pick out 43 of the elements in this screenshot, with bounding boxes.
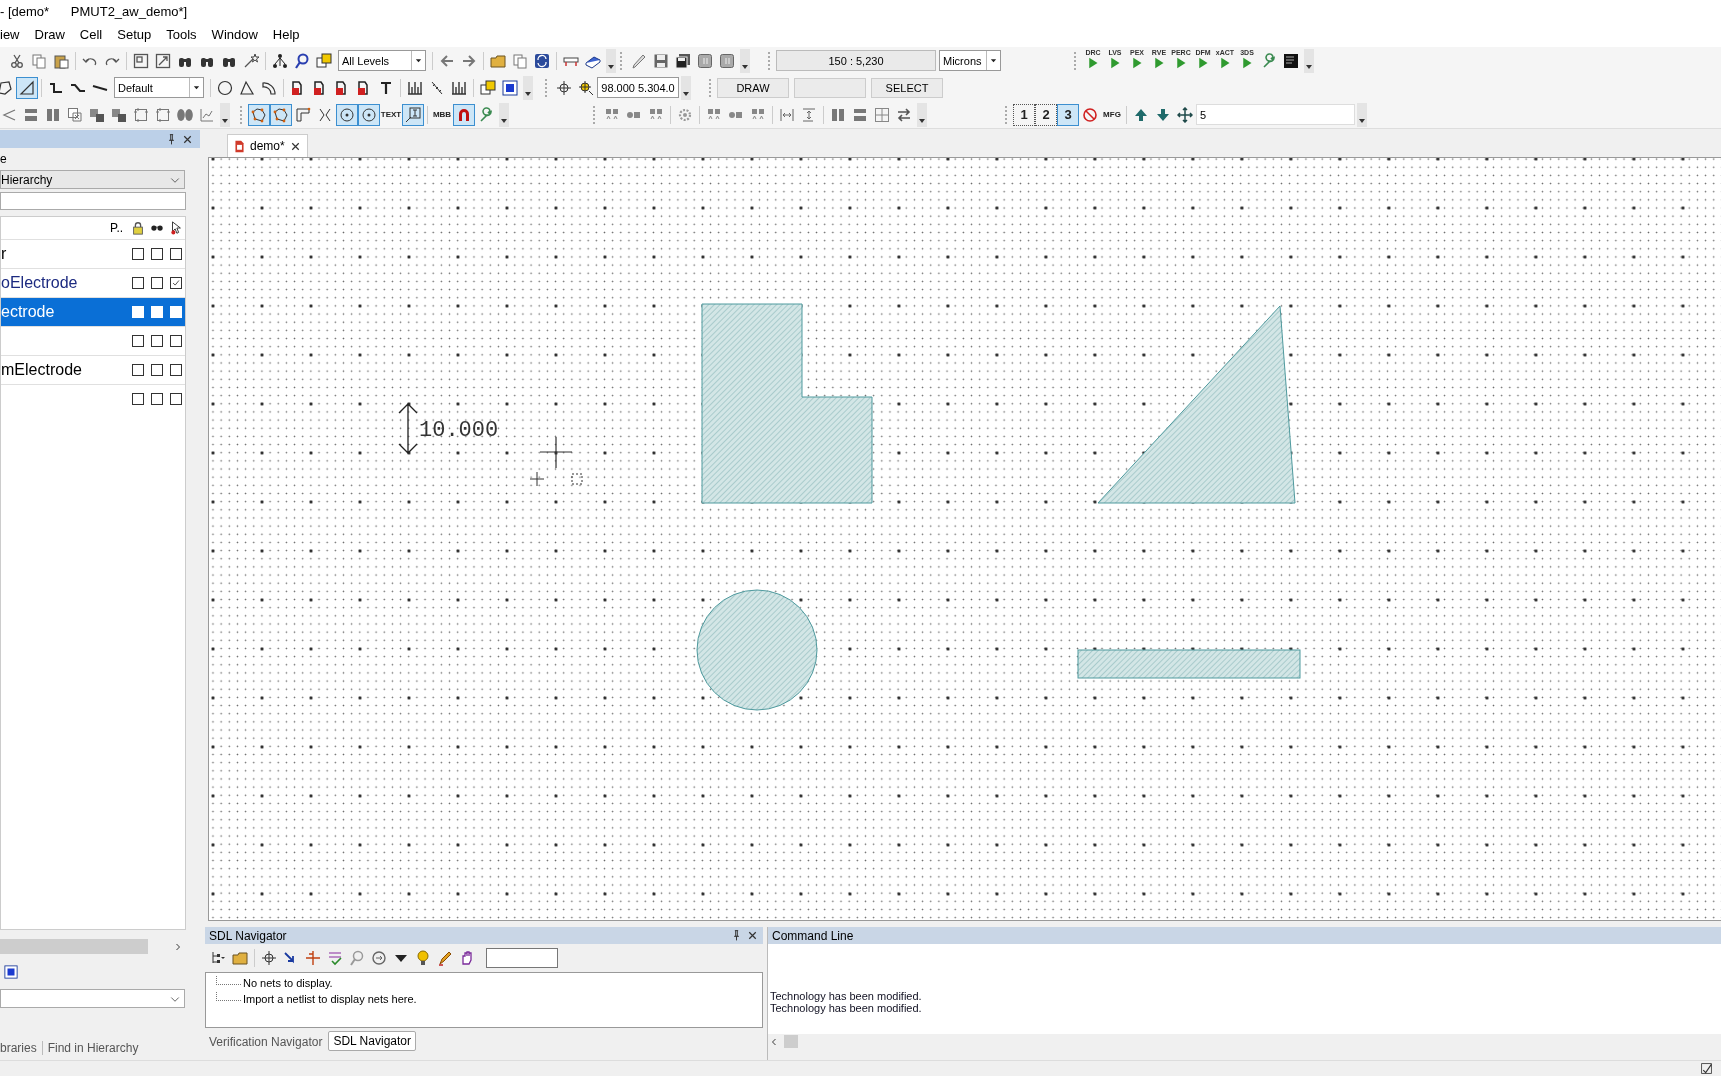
menu-item[interactable]: Window (211, 27, 258, 42)
dropdown[interactable]: Default (114, 77, 204, 98)
panel-tab[interactable]: SDL Navigator (328, 1031, 416, 1051)
window-title: - [demo* PMUT2_aw_demo*] (0, 3, 188, 19)
menu-item[interactable]: iew (0, 27, 20, 42)
cell-name: ectrode (1, 303, 55, 320)
document-tab[interactable]: demo* (227, 134, 308, 157)
layout-canvas[interactable]: 10.000 (208, 157, 1721, 921)
zoom-level-button[interactable]: 1 (1013, 103, 1035, 126)
cell-row[interactable]: r (1, 239, 185, 268)
menu-item[interactable]: Tools (166, 27, 197, 42)
menu-item[interactable]: Draw (34, 27, 65, 42)
cell-name: oElectrode (1, 274, 78, 291)
panel-tab[interactable]: Find in Hierarchy (47, 1041, 139, 1055)
dropdown[interactable]: All Levels (338, 50, 426, 71)
tree-item: No nets to display. (243, 977, 333, 989)
menu-item[interactable]: Help (272, 27, 300, 42)
text-label-button[interactable]: TEXT (380, 103, 402, 126)
console-line: Technology has been modified. (770, 990, 923, 1002)
menu-item[interactable]: Cell (79, 27, 103, 42)
console-line: Technology has been modified. (770, 1002, 923, 1014)
coordinate-field[interactable]: 98.000 5.304.0 (597, 77, 679, 98)
mode-indicator: SELECT (871, 77, 943, 98)
tree-item: Import a netlist to display nets here. (243, 993, 417, 1005)
panel-tab[interactable]: Verification Navigator (205, 1033, 327, 1051)
cell-name: mElectrode (1, 361, 82, 378)
column-header[interactable]: P.. (110, 221, 128, 235)
view-dropdown[interactable]: Hierarchy (0, 170, 185, 189)
field-label: e (0, 152, 7, 166)
panel-title: SDL Navigator (209, 928, 287, 943)
zoom-level-button[interactable]: 3 (1057, 103, 1079, 126)
mbb-button[interactable]: MBB (431, 103, 453, 126)
mfg-button[interactable]: MFG (1101, 103, 1123, 126)
dropdown[interactable]: Microns (939, 50, 1001, 71)
cell-row[interactable]: mElectrode (1, 355, 185, 384)
panel-tab[interactable]: braries (0, 1041, 37, 1055)
menu-item[interactable]: Setup (117, 27, 152, 42)
cell-name: r (1, 245, 7, 262)
dimension-label: 10.000 (419, 418, 499, 443)
mode-indicator: DRAW (717, 77, 789, 98)
coordinate-field[interactable]: 150 : 5,230 (776, 50, 936, 71)
coordinate-field[interactable]: 5 (1196, 104, 1355, 125)
panel-title: Command Line (772, 928, 854, 943)
